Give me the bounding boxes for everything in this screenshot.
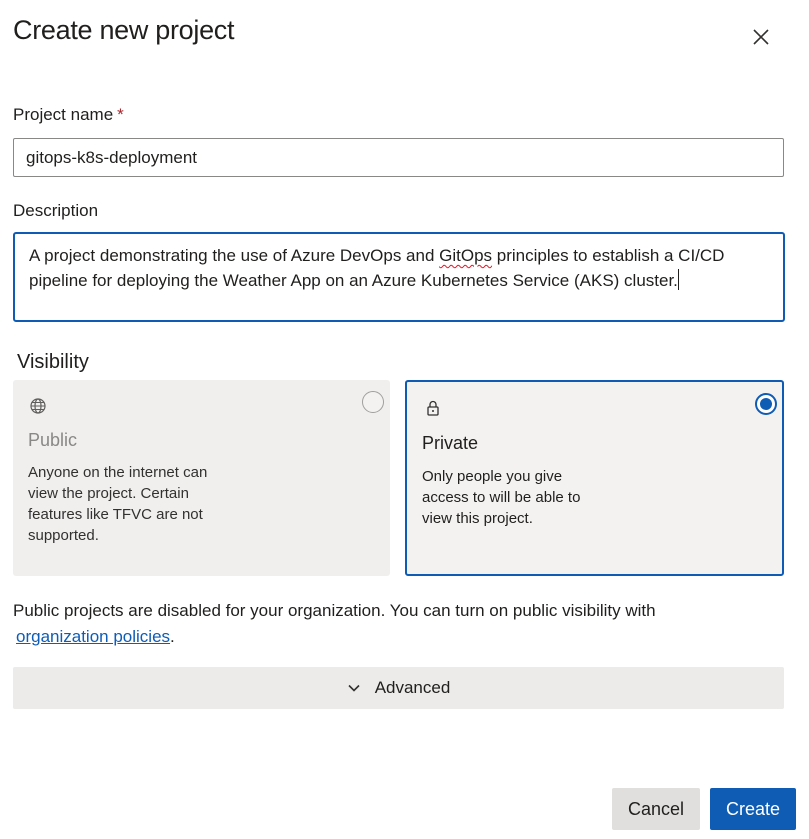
dialog-title: Create new project bbox=[13, 15, 235, 45]
project-name-label-text: Project name bbox=[13, 105, 114, 124]
private-title: Private bbox=[422, 433, 479, 453]
notice-suffix: . bbox=[170, 627, 175, 646]
advanced-label: Advanced bbox=[374, 678, 451, 697]
notice-text: Public projects are disabled for your or… bbox=[13, 601, 656, 620]
organization-policies-link[interactable]: organization policies bbox=[16, 627, 170, 646]
public-description: Anyone on the internet can view the proj… bbox=[28, 464, 208, 544]
visibility-option-public[interactable]: Public Anyone on the internet can view t… bbox=[13, 380, 390, 576]
globe-icon bbox=[30, 398, 46, 414]
public-title: Public bbox=[28, 430, 78, 450]
public-radio[interactable] bbox=[362, 391, 384, 413]
advanced-toggle[interactable]: Advanced bbox=[13, 667, 784, 709]
lock-icon bbox=[427, 400, 439, 416]
close-icon bbox=[753, 29, 769, 45]
description-label: Description bbox=[13, 201, 99, 220]
visibility-option-private[interactable]: Private Only people you give access to w… bbox=[405, 380, 784, 576]
visibility-label: Visibility bbox=[17, 351, 89, 373]
create-button[interactable]: Create bbox=[710, 788, 796, 830]
required-marker: * bbox=[117, 105, 124, 124]
private-description: Only people you give access to will be a… bbox=[422, 468, 581, 527]
public-disabled-notice: Public projects are disabled for your or… bbox=[13, 598, 773, 650]
private-radio[interactable] bbox=[755, 393, 777, 415]
text-cursor bbox=[677, 269, 679, 290]
description-text-part1: A project demonstrating the use of Azure… bbox=[29, 246, 440, 265]
description-textarea[interactable]: A project demonstrating the use of Azure… bbox=[13, 232, 785, 322]
project-name-label: Project name * bbox=[13, 105, 124, 125]
project-name-value: gitops-k8s-deployment bbox=[26, 147, 198, 167]
cancel-button[interactable]: Cancel bbox=[612, 788, 700, 830]
chevron-down-icon bbox=[348, 684, 360, 692]
close-button[interactable] bbox=[744, 20, 778, 54]
misspelled-word: GitOps bbox=[439, 246, 493, 265]
project-name-input[interactable]: gitops-k8s-deployment bbox=[13, 138, 784, 177]
